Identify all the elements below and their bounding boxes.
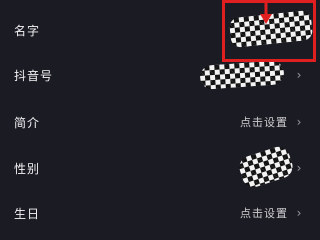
row-gender-label: 性别 [14,161,41,176]
arrow-down-icon [260,0,272,24]
chevron-right-icon: › [296,161,302,175]
row-birthday-right: 点击设置 › [240,205,304,221]
row-name-label: 名字 [14,23,41,38]
row-birthday-value: 点击设置 [240,207,288,220]
chevron-right-icon: › [296,68,302,82]
row-douyin-id-label: 抖音号 [14,68,54,83]
row-bio-value: 点击设置 [240,116,288,129]
chevron-right-icon: › [296,115,302,129]
row-bio-label: 简介 [14,115,41,130]
row-birthday-label: 生日 [14,206,41,221]
row-douyin-id-right: › [288,69,304,81]
row-bio[interactable]: 简介 点击设置 › [0,110,320,134]
chevron-right-icon: › [296,206,302,220]
row-bio-right: 点击设置 › [240,114,304,130]
row-birthday[interactable]: 生日 点击设置 › [0,201,320,225]
